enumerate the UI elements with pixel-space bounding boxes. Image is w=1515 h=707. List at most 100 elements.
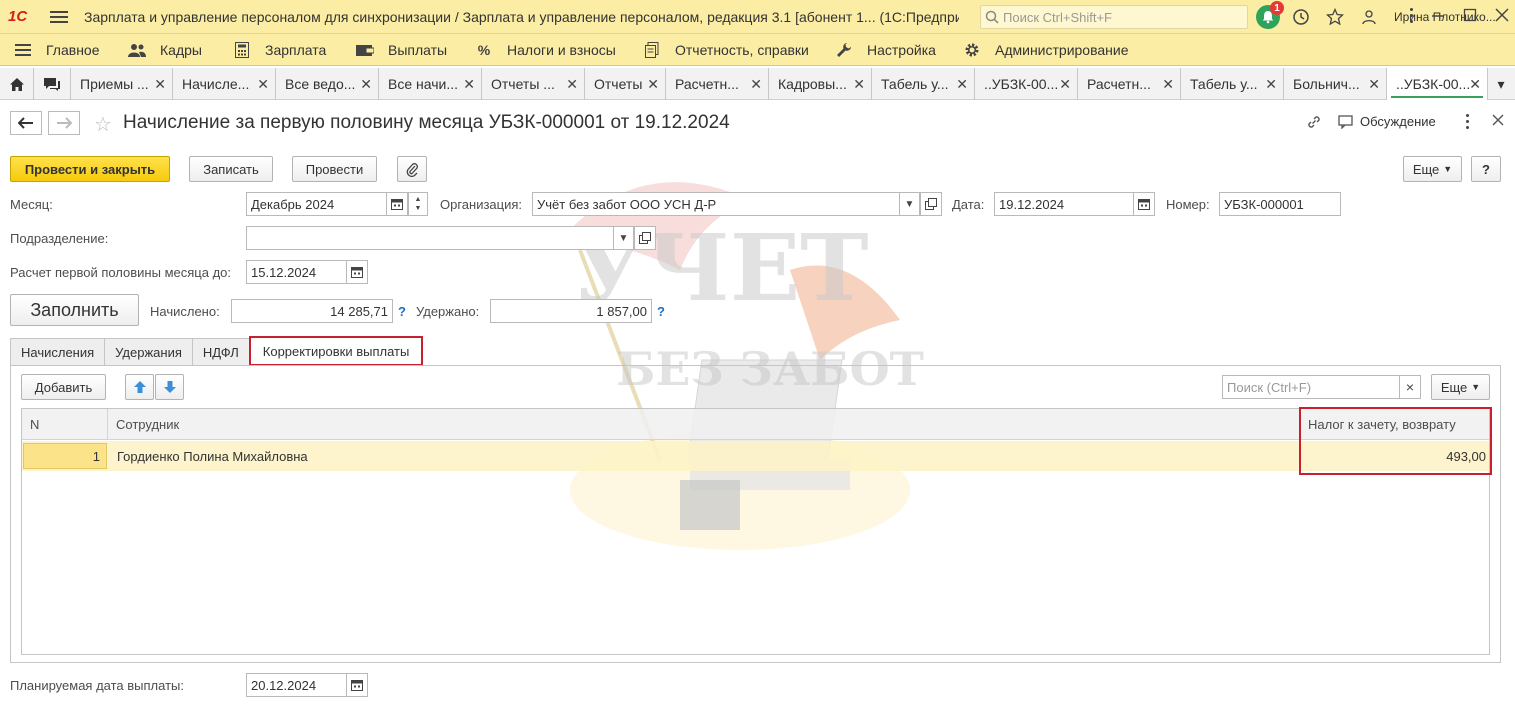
close-tab-icon[interactable]: ✕ — [566, 76, 578, 93]
close-window-icon[interactable] — [1495, 8, 1509, 22]
post-button[interactable]: Провести — [292, 156, 377, 182]
table-more-button[interactable]: Еще ▼ — [1431, 374, 1490, 400]
dropdown-arrow-icon[interactable]: ▼ — [899, 192, 920, 216]
column-header-n[interactable]: N — [22, 409, 108, 440]
arrow-left-icon — [18, 117, 33, 129]
window-tab[interactable]: Табель у... ✕ — [1181, 68, 1284, 100]
user-icon[interactable] — [1356, 4, 1382, 30]
close-tab-icon[interactable]: ✕ — [1469, 76, 1481, 93]
section-admin[interactable]: Администрирование — [963, 41, 1129, 59]
table-row[interactable]: 1 Гордиенко Полина Михайловна 493,00 — [22, 441, 1489, 471]
save-button[interactable]: Записать — [189, 156, 273, 182]
open-icon[interactable] — [920, 192, 942, 216]
attachment-button[interactable] — [397, 156, 427, 182]
section-taxes[interactable]: % Налоги и взносы — [475, 41, 616, 59]
more-actions-icon[interactable] — [1466, 114, 1469, 129]
window-tab[interactable]: Отчеты ✕ — [585, 68, 666, 100]
post-and-close-button[interactable]: Провести и закрыть — [10, 156, 170, 182]
discussion-button[interactable]: Обсуждение — [1338, 114, 1436, 129]
minimize-icon[interactable] — [1431, 8, 1445, 22]
close-tab-icon[interactable]: ✕ — [750, 76, 762, 93]
close-tab-icon[interactable]: ✕ — [360, 76, 372, 93]
organization-label: Организация: — [440, 197, 523, 212]
month-field[interactable]: Декабрь 2024 — [246, 192, 387, 216]
close-tab-icon[interactable]: ✕ — [463, 76, 475, 93]
window-tab[interactable]: Начисле... ✕ — [173, 68, 276, 100]
forward-button[interactable] — [48, 111, 80, 135]
calendar-icon[interactable] — [1133, 192, 1155, 216]
accrued-help-icon[interactable]: ? — [398, 304, 406, 319]
section-main[interactable]: Главное — [14, 41, 100, 59]
menu-icon[interactable] — [1410, 8, 1413, 23]
table-search-input[interactable]: Поиск (Ctrl+F) — [1222, 375, 1400, 399]
planned-date-field[interactable]: 20.12.2024 — [246, 673, 347, 697]
tabs-dropdown-icon[interactable]: ▾ — [1488, 68, 1514, 100]
close-tab-icon[interactable]: ✕ — [647, 76, 659, 93]
number-field[interactable]: УБЗК-000001 — [1219, 192, 1341, 216]
window-tab[interactable]: Больнич... ✕ — [1284, 68, 1387, 100]
window-tab[interactable]: Приемы ... ✕ — [71, 68, 173, 100]
organization-field[interactable]: Учёт без забот ООО УСН Д-Р — [532, 192, 900, 216]
notifications-bell-icon[interactable]: 1 — [1256, 1, 1284, 29]
tab-discussions[interactable] — [34, 68, 71, 100]
section-reports[interactable]: Отчетность, справки — [643, 41, 809, 59]
section-settings[interactable]: Настройка — [835, 41, 936, 59]
move-down-button[interactable] — [155, 374, 184, 400]
clear-search-icon[interactable]: × — [1399, 375, 1421, 399]
calendar-icon[interactable] — [386, 192, 408, 216]
calendar-icon[interactable] — [346, 673, 368, 697]
close-tab-icon[interactable]: ✕ — [154, 76, 166, 93]
close-tab-icon[interactable]: ✕ — [1162, 76, 1174, 93]
close-form-icon[interactable] — [1492, 114, 1504, 126]
link-icon[interactable] — [1306, 114, 1322, 130]
withheld-help-icon[interactable]: ? — [657, 304, 665, 319]
back-button[interactable] — [10, 111, 42, 135]
fill-button[interactable]: Заполнить — [10, 294, 139, 326]
window-tab[interactable]: Расчетн... ✕ — [1078, 68, 1181, 100]
maximize-icon[interactable] — [1463, 8, 1477, 22]
tab-ndfl[interactable]: НДФЛ — [191, 338, 250, 366]
column-header-employee[interactable]: Сотрудник — [108, 409, 1300, 440]
section-payments[interactable]: Выплаты — [356, 41, 447, 59]
close-tab-icon[interactable]: ✕ — [853, 76, 865, 93]
section-hr[interactable]: Кадры — [128, 41, 202, 59]
favorite-star-icon[interactable]: ☆ — [94, 112, 112, 137]
favorites-star-icon[interactable] — [1322, 4, 1348, 30]
more-button[interactable]: Еще ▼ — [1403, 156, 1462, 182]
close-tab-icon[interactable]: ✕ — [1059, 76, 1071, 93]
window-tab[interactable]: Табель у... ✕ — [872, 68, 975, 100]
tab-deductions[interactable]: Удержания — [104, 338, 193, 366]
window-tab[interactable]: Все ведо... ✕ — [276, 68, 379, 100]
window-tab[interactable]: ..УБЗК-00... ✕ — [975, 68, 1078, 100]
history-icon[interactable] — [1288, 4, 1314, 30]
close-tab-icon[interactable]: ✕ — [1265, 76, 1277, 93]
tab-accruals[interactable]: Начисления — [10, 338, 106, 366]
window-tab-label: ..УБЗК-00... — [1396, 76, 1471, 92]
section-salary[interactable]: Зарплата — [233, 41, 326, 59]
calendar-icon[interactable] — [346, 260, 368, 284]
section-salary-label: Зарплата — [265, 41, 327, 58]
main-menu-icon[interactable] — [50, 8, 68, 26]
dropdown-arrow-icon[interactable]: ▼ — [613, 226, 634, 250]
window-tab[interactable]: Отчеты ... ✕ — [482, 68, 585, 100]
employee-cell[interactable]: Гордиенко Полина Михайловна — [117, 441, 308, 471]
close-tab-icon[interactable]: ✕ — [956, 76, 968, 93]
global-search-input[interactable]: Поиск Ctrl+Shift+F — [980, 5, 1248, 29]
window-tab[interactable]: Кадровы... ✕ — [769, 68, 872, 100]
open-icon[interactable] — [634, 226, 656, 250]
add-button[interactable]: Добавить — [21, 374, 106, 400]
window-tab[interactable]: Все начи... ✕ — [379, 68, 482, 100]
first-half-date-field[interactable]: 15.12.2024 — [246, 260, 347, 284]
close-tab-icon[interactable]: ✕ — [257, 76, 269, 93]
window-tab-active[interactable]: ..УБЗК-00... ✕ — [1387, 68, 1488, 100]
window-tab[interactable]: Расчетн... ✕ — [666, 68, 769, 100]
month-spinner-icon[interactable]: ▲ ▼ — [408, 192, 428, 216]
help-button[interactable]: ? — [1471, 156, 1501, 182]
tab-home[interactable] — [0, 68, 34, 100]
row-number-cell[interactable]: 1 — [23, 443, 107, 469]
move-up-button[interactable] — [125, 374, 154, 400]
tab-payment-corrections[interactable]: Корректировки выплаты — [248, 336, 424, 366]
department-field[interactable] — [246, 226, 614, 250]
date-field[interactable]: 19.12.2024 — [994, 192, 1134, 216]
close-tab-icon[interactable]: ✕ — [1368, 76, 1380, 93]
